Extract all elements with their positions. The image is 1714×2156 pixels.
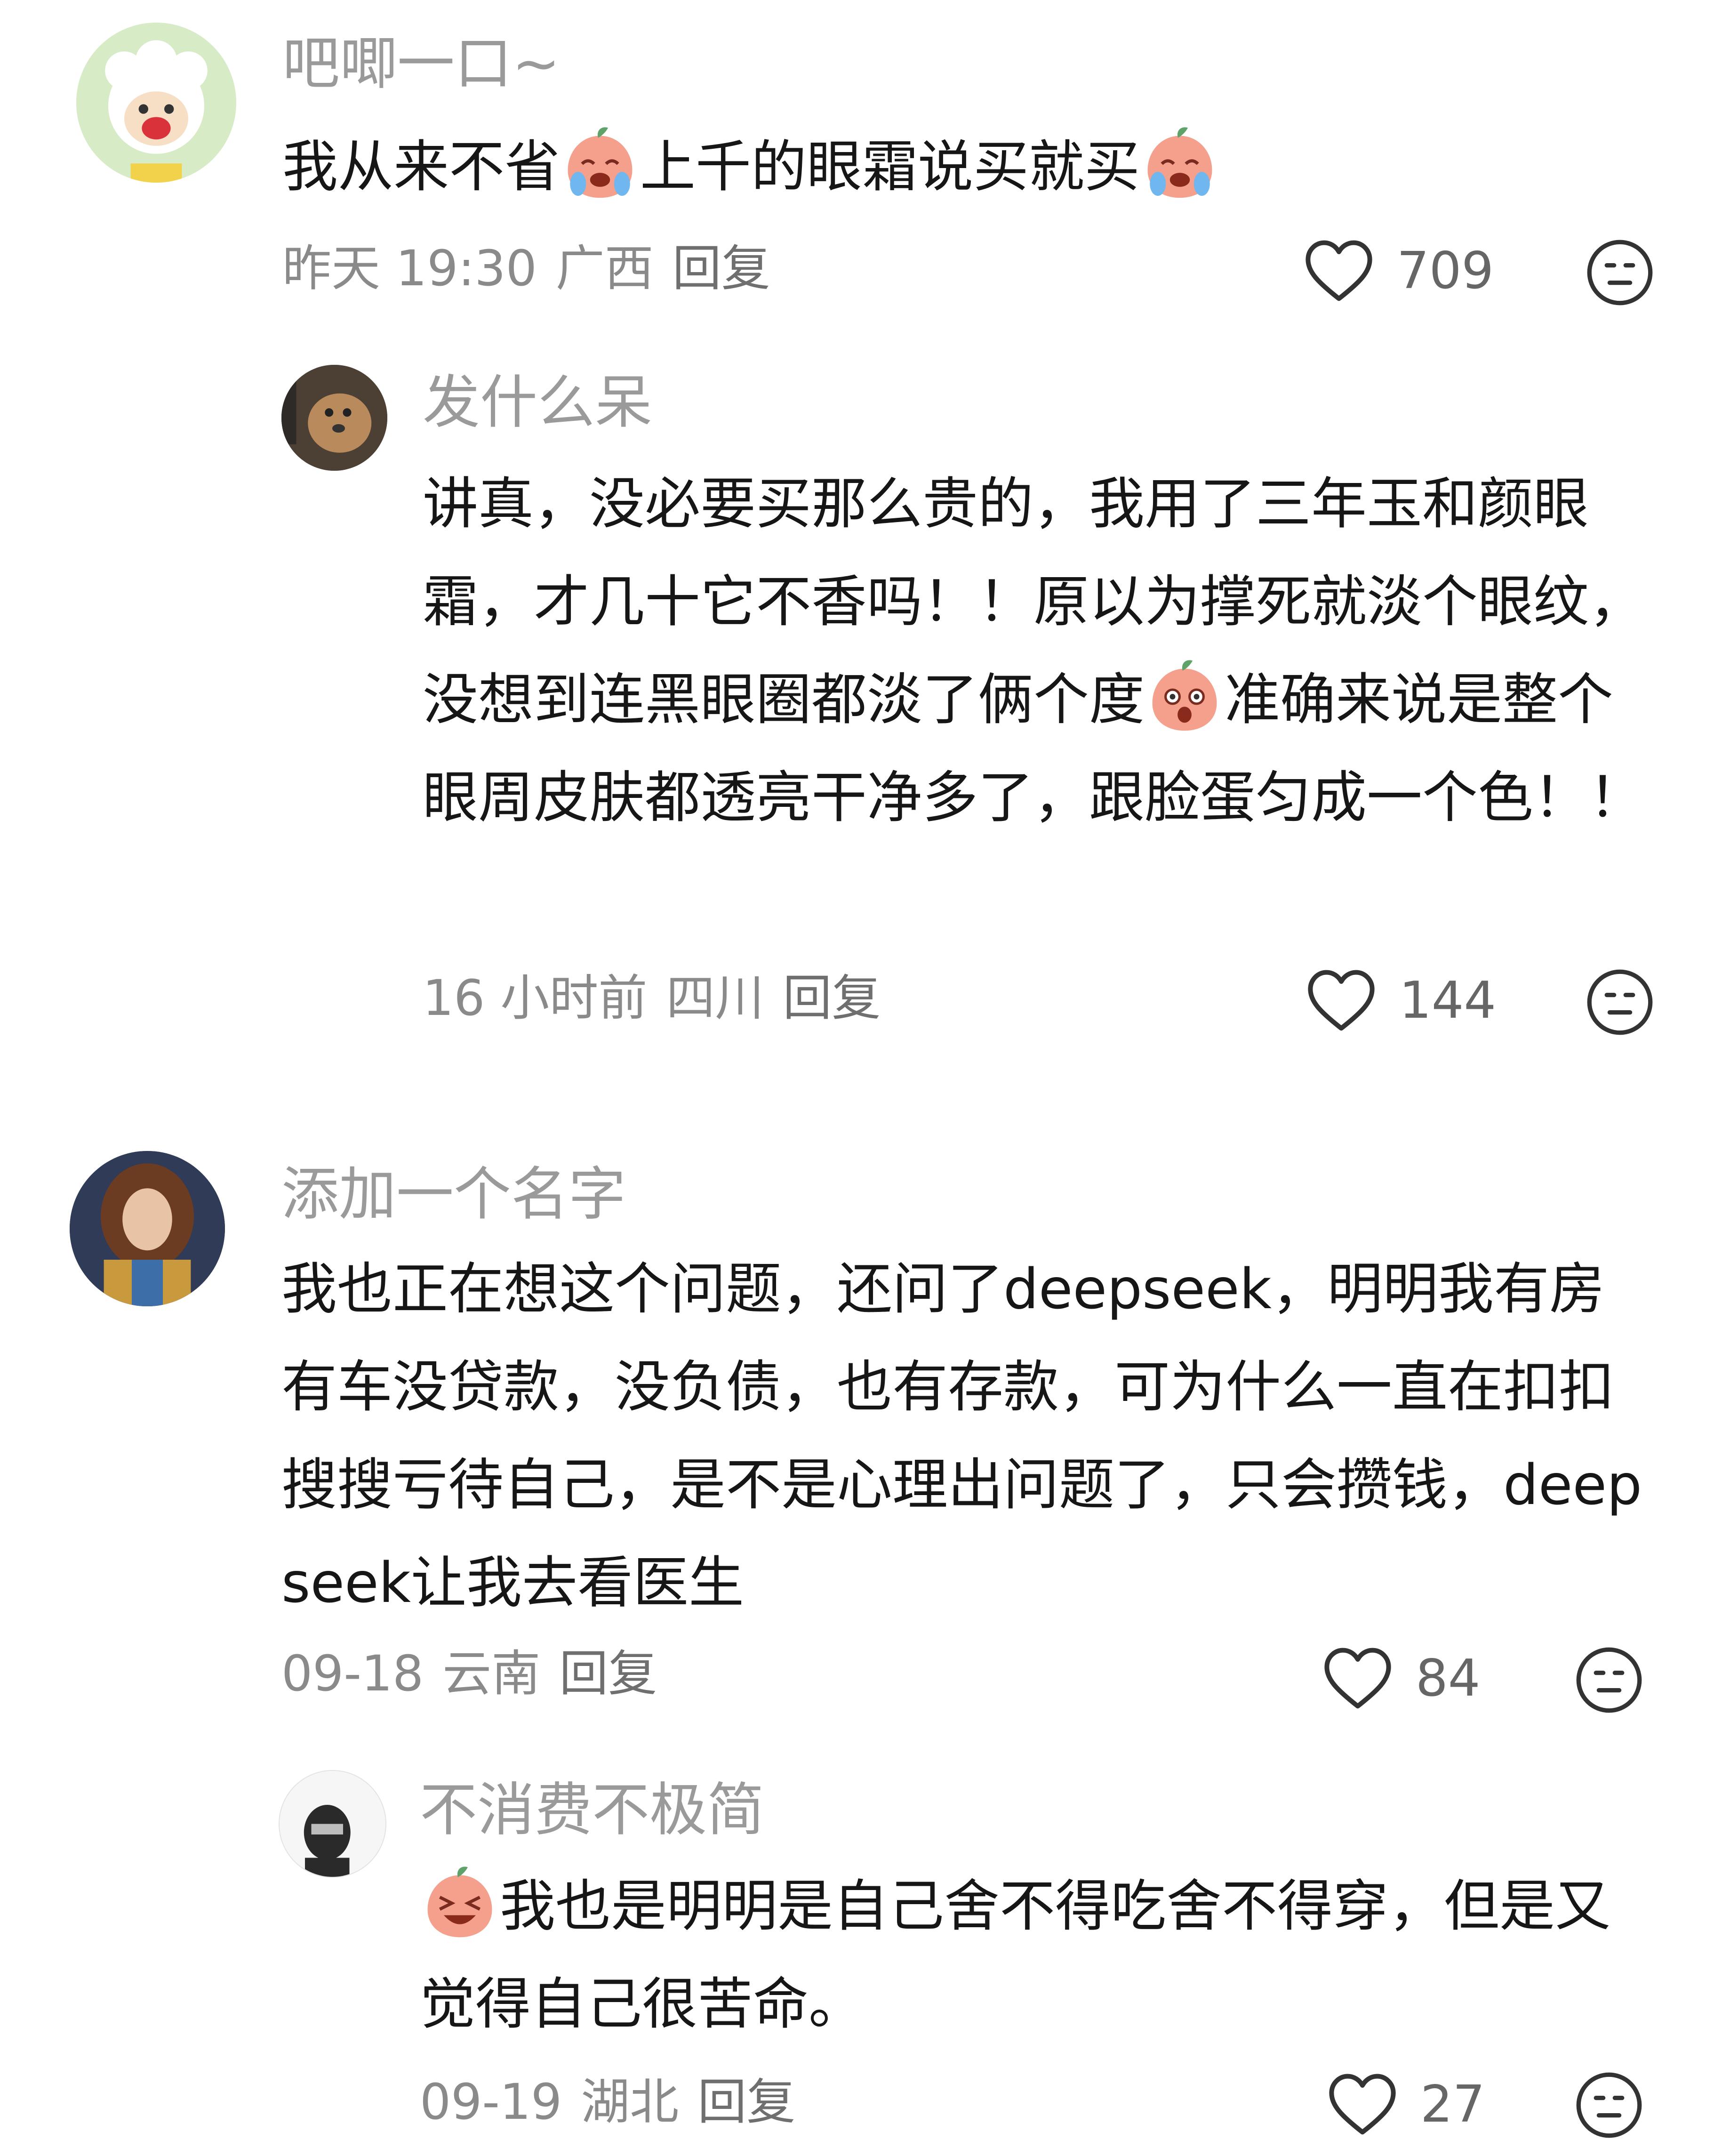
crying-peach-emoji-icon: [1140, 124, 1220, 204]
like-count: 709: [1397, 241, 1494, 300]
like-button[interactable]: 709: [1304, 235, 1494, 306]
avatar[interactable]: [76, 23, 236, 183]
comment-region: 四川: [666, 969, 764, 1027]
crying-peach-emoji-icon: [560, 124, 640, 204]
like-button[interactable]: 84: [1322, 1643, 1480, 1714]
like-button[interactable]: 144: [1306, 965, 1496, 1036]
dislike-face-icon[interactable]: [1574, 1645, 1644, 1715]
username[interactable]: 吧唧一口~: [282, 28, 560, 99]
comment-meta: 16 小时前 四川 回复: [423, 967, 899, 1029]
heart-icon: [1304, 238, 1374, 304]
comment-text-part: 上千的眼霜说买就买: [640, 134, 1140, 199]
comment-time: 09-18: [281, 1645, 424, 1702]
sheep-avatar-icon: [76, 23, 236, 183]
dislike-face-icon[interactable]: [1574, 2070, 1644, 2140]
username[interactable]: 发什么呆: [423, 367, 652, 438]
reply-button[interactable]: 回复: [697, 2073, 795, 2131]
avatar[interactable]: [281, 365, 387, 471]
comment-text: 讲真，没必要买那么贵的，我用了三年玉和颜眼霜，才几十它不香吗！！原以为撑死就淡个…: [423, 455, 1656, 846]
username[interactable]: 添加一个名字: [281, 1159, 626, 1230]
username[interactable]: 不消费不极简: [420, 1775, 764, 1845]
like-count: 84: [1416, 1649, 1481, 1708]
comment-region: 湖北: [581, 2073, 679, 2131]
comment-text-part: 我也是明明是自己舍不得吃舍不得穿，但是又觉得自己很苦命。: [420, 1874, 1611, 2036]
avatar[interactable]: [70, 1151, 225, 1306]
comment-time: 16 小时前: [423, 969, 648, 1027]
comment-meta: 昨天 19:30 广西 回复: [282, 238, 789, 299]
avatar[interactable]: [279, 1770, 386, 1878]
reply-button[interactable]: 回复: [673, 240, 770, 297]
dog-avatar-icon: [281, 365, 387, 471]
like-button[interactable]: 27: [1327, 2069, 1485, 2140]
comment-time: 昨天 19:30: [282, 240, 537, 297]
heart-icon: [1306, 967, 1377, 1033]
comment-text-part: 我从来不省: [282, 134, 561, 199]
comment-meta: 09-18 云南 回复: [281, 1643, 676, 1704]
reply-button[interactable]: 回复: [783, 969, 881, 1027]
comment-text: 我从来不省 上千的眼霜说买就买: [282, 118, 1647, 216]
heart-icon: [1322, 1645, 1393, 1711]
portrait-avatar-icon: [70, 1151, 225, 1306]
dislike-face-icon[interactable]: [1585, 967, 1655, 1037]
person-avatar-icon: [280, 1771, 385, 1877]
comment-text: 我也正在想这个问题，还问了deepseek，明明我有房有车没贷款，没负债，也有存…: [281, 1256, 1642, 1615]
like-count: 144: [1399, 971, 1497, 1030]
like-count: 27: [1420, 2075, 1485, 2134]
laughing-peach-emoji-icon: [420, 1863, 500, 1943]
comment-meta: 09-19 湖北 回复: [420, 2071, 814, 2132]
comment-region: 广西: [555, 240, 654, 297]
reply-button[interactable]: 回复: [559, 1645, 657, 1702]
dislike-face-icon[interactable]: [1585, 238, 1655, 307]
comment-text: 我也是明明是自己舍不得吃舍不得穿，但是又觉得自己很苦命。: [420, 1857, 1653, 2053]
comment-region: 云南: [442, 1645, 541, 1702]
surprised-peach-emoji-icon: [1145, 657, 1225, 737]
comment-time: 09-19: [420, 2073, 562, 2131]
heart-icon: [1327, 2071, 1398, 2137]
